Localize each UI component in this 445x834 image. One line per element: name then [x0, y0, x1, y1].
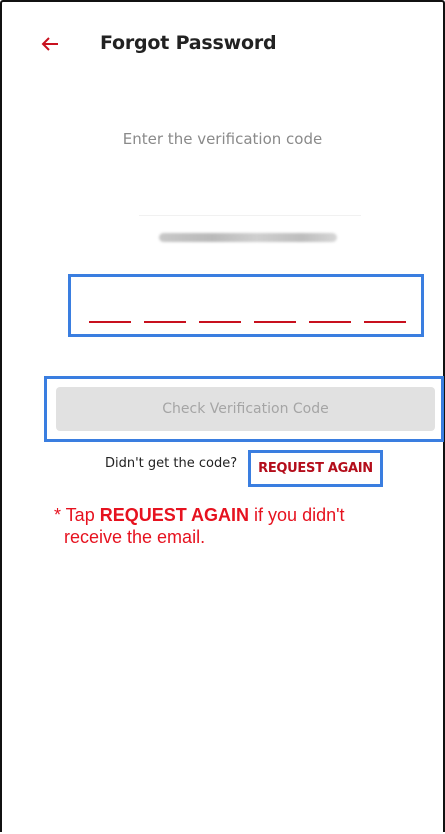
code-digit-slot-3[interactable]	[199, 321, 241, 323]
code-digit-slot-1[interactable]	[89, 321, 131, 323]
note-suffix: if you didn't	[249, 505, 345, 525]
masked-email-address	[159, 233, 337, 242]
verification-instruction: Enter the verification code	[122, 130, 323, 148]
code-digit-slot-4[interactable]	[254, 321, 296, 323]
note-bold: REQUEST AGAIN	[99, 505, 250, 525]
code-digit-slot-2[interactable]	[144, 321, 186, 323]
back-button[interactable]	[38, 32, 62, 56]
app-header: Forgot Password	[2, 2, 443, 82]
arrow-left-icon	[41, 37, 58, 51]
request-again-highlight: REQUEST AGAIN	[248, 450, 383, 487]
check-button-highlight: Check Verification Code	[44, 376, 444, 442]
note-prefix: * Tap	[54, 505, 100, 525]
phone-screen: Forgot Password Enter the verification c…	[0, 0, 445, 832]
verification-code-highlight	[68, 274, 424, 337]
email-divider	[139, 215, 361, 216]
code-digit-slot-5[interactable]	[309, 321, 351, 323]
code-digit-slot-6[interactable]	[364, 321, 406, 323]
instruction-note: * Tap REQUEST AGAIN if you didn't receiv…	[54, 504, 414, 548]
request-again-link[interactable]: REQUEST AGAIN	[251, 453, 380, 484]
note-line2: receive the email.	[64, 527, 206, 547]
verification-code-input[interactable]	[89, 321, 406, 324]
didnt-get-code-text: Didn't get the code?	[105, 456, 238, 471]
page-title: Forgot Password	[100, 32, 277, 54]
check-verification-code-button[interactable]: Check Verification Code	[56, 387, 435, 431]
